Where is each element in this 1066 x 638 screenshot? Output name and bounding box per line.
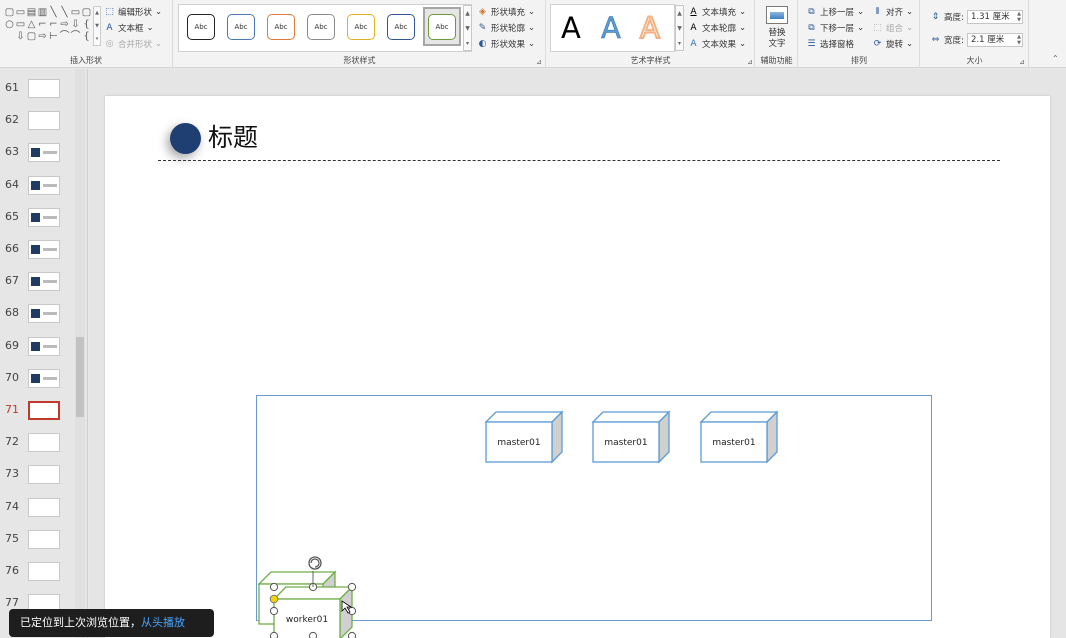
play-from-start-link[interactable]: 从头播放 (141, 616, 185, 629)
cube-top (699, 411, 779, 423)
cube-label: master01 (712, 438, 755, 448)
cube-top (591, 411, 671, 423)
selection-handle[interactable] (347, 631, 357, 638)
cube-top (257, 571, 337, 585)
selection-handle[interactable] (347, 582, 357, 592)
resume-toast: 已定位到上次浏览位置，从头播放 (9, 609, 214, 637)
selection-handle[interactable] (308, 631, 318, 638)
cube-label: master01 (604, 438, 647, 448)
cube-top (484, 411, 564, 423)
master-node-cube[interactable]: master01 (699, 410, 779, 464)
cube-label: worker01 (286, 615, 328, 625)
selection-handle[interactable] (269, 582, 279, 592)
master-node-cube[interactable]: master01 (591, 410, 671, 464)
master-node-cube[interactable]: master01 (484, 410, 564, 464)
cube-layer: master01 master01 master01 worker01 (257, 410, 779, 638)
toast-message: 已定位到上次浏览位置， (20, 616, 141, 629)
selection-handle[interactable] (269, 631, 279, 638)
cube-label: master01 (497, 438, 540, 448)
adjust-handle[interactable] (269, 594, 279, 604)
worker-node-cube[interactable]: worker01 (272, 585, 354, 638)
selection-handle[interactable] (269, 606, 279, 616)
